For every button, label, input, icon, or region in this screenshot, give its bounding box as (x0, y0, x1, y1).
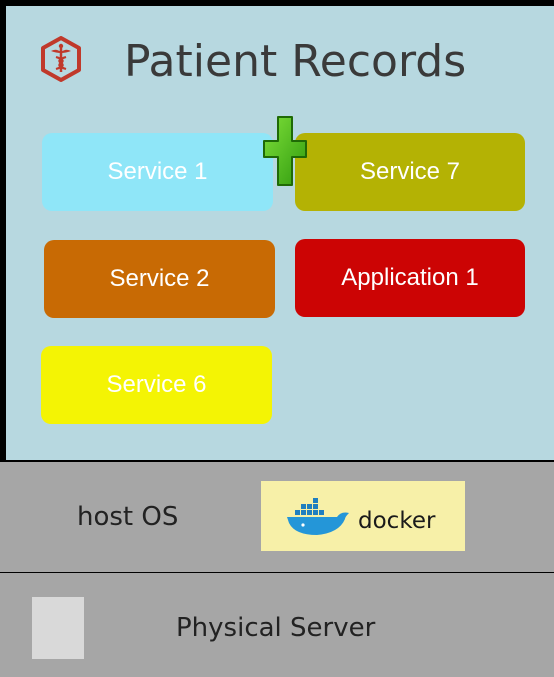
page-title: Patient Records (124, 36, 467, 87)
docker-logo: docker (261, 481, 465, 551)
docker-wordmark: docker (358, 508, 436, 534)
service-7-box[interactable]: Service 7 (295, 133, 525, 211)
architecture-diagram: Patient Records Service 1 Service 7 Serv… (0, 0, 554, 677)
service-6-box[interactable]: Service 6 (41, 346, 272, 424)
service-1-box[interactable]: Service 1 (42, 133, 273, 211)
docker-whale-icon (287, 498, 349, 535)
host-os-label: host OS (77, 502, 179, 532)
caduceus-icon (41, 36, 81, 82)
physical-server-label: Physical Server (176, 613, 376, 643)
service-2-box[interactable]: Service 2 (44, 240, 275, 318)
server-icon (32, 597, 84, 659)
plus-icon[interactable] (262, 115, 308, 187)
application-1-box[interactable]: Application 1 (295, 239, 525, 317)
